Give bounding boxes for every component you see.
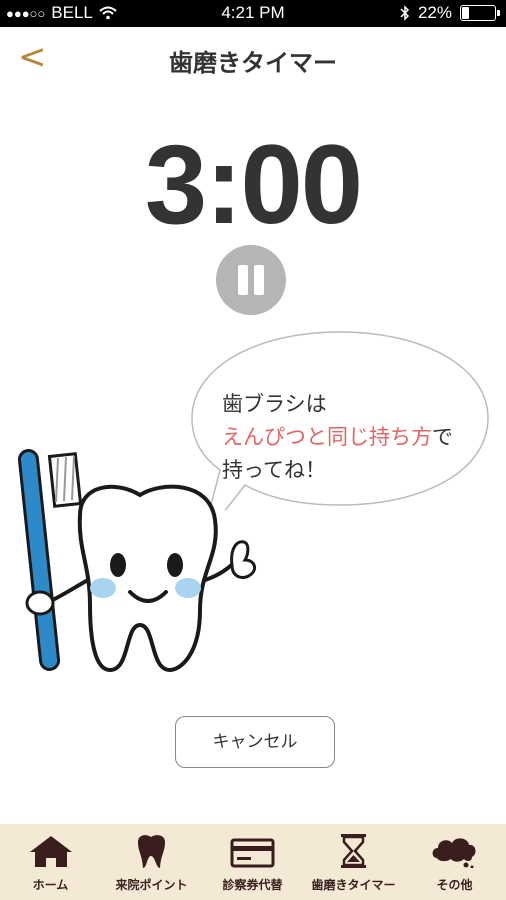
- tab-points-label: 来院ポイント: [115, 878, 188, 892]
- tab-card[interactable]: 診察券代替: [202, 824, 303, 900]
- home-icon: [30, 836, 72, 867]
- tab-home[interactable]: ホーム: [0, 824, 101, 900]
- pause-button[interactable]: [216, 245, 286, 315]
- tab-other[interactable]: その他: [404, 824, 505, 900]
- tab-timer-label: 歯磨きタイマー: [311, 878, 396, 892]
- pause-bar-left: [238, 265, 248, 295]
- nav-bar: < 歯磨きタイマー: [0, 27, 506, 89]
- battery-percent: 22%: [417, 3, 452, 22]
- speech-line2-rest: で: [432, 425, 453, 449]
- timer-display: 3:00: [144, 122, 363, 247]
- tooth-icon: [138, 835, 165, 868]
- tab-home-label: ホーム: [32, 878, 69, 892]
- status-bar: ●●●○○ BELL 4:21 PM 22%: [0, 0, 506, 27]
- tab-card-label: 診察券代替: [222, 878, 283, 892]
- page-title: 歯磨きタイマー: [169, 49, 337, 77]
- toothbrush-icon: [17, 449, 83, 671]
- pause-bar-right: [254, 265, 264, 295]
- battery-icon: [460, 5, 500, 21]
- tab-bar: ホーム 来院ポイント 診察券代替 歯磨きタイマー その他: [0, 824, 506, 900]
- bluetooth-icon: [400, 5, 410, 21]
- tab-other-label: その他: [436, 878, 473, 892]
- status-right: 22%: [400, 3, 500, 23]
- cloud-icon: [432, 838, 476, 868]
- cancel-button[interactable]: キャンセル: [175, 716, 335, 768]
- card-icon: [230, 838, 275, 868]
- tab-points[interactable]: 来院ポイント: [101, 824, 202, 900]
- hourglass-icon: [341, 834, 366, 868]
- tooth-mascot-illustration: [17, 449, 257, 673]
- speech-line1: 歯ブラシは: [222, 392, 327, 416]
- tab-timer[interactable]: 歯磨きタイマー: [303, 824, 404, 900]
